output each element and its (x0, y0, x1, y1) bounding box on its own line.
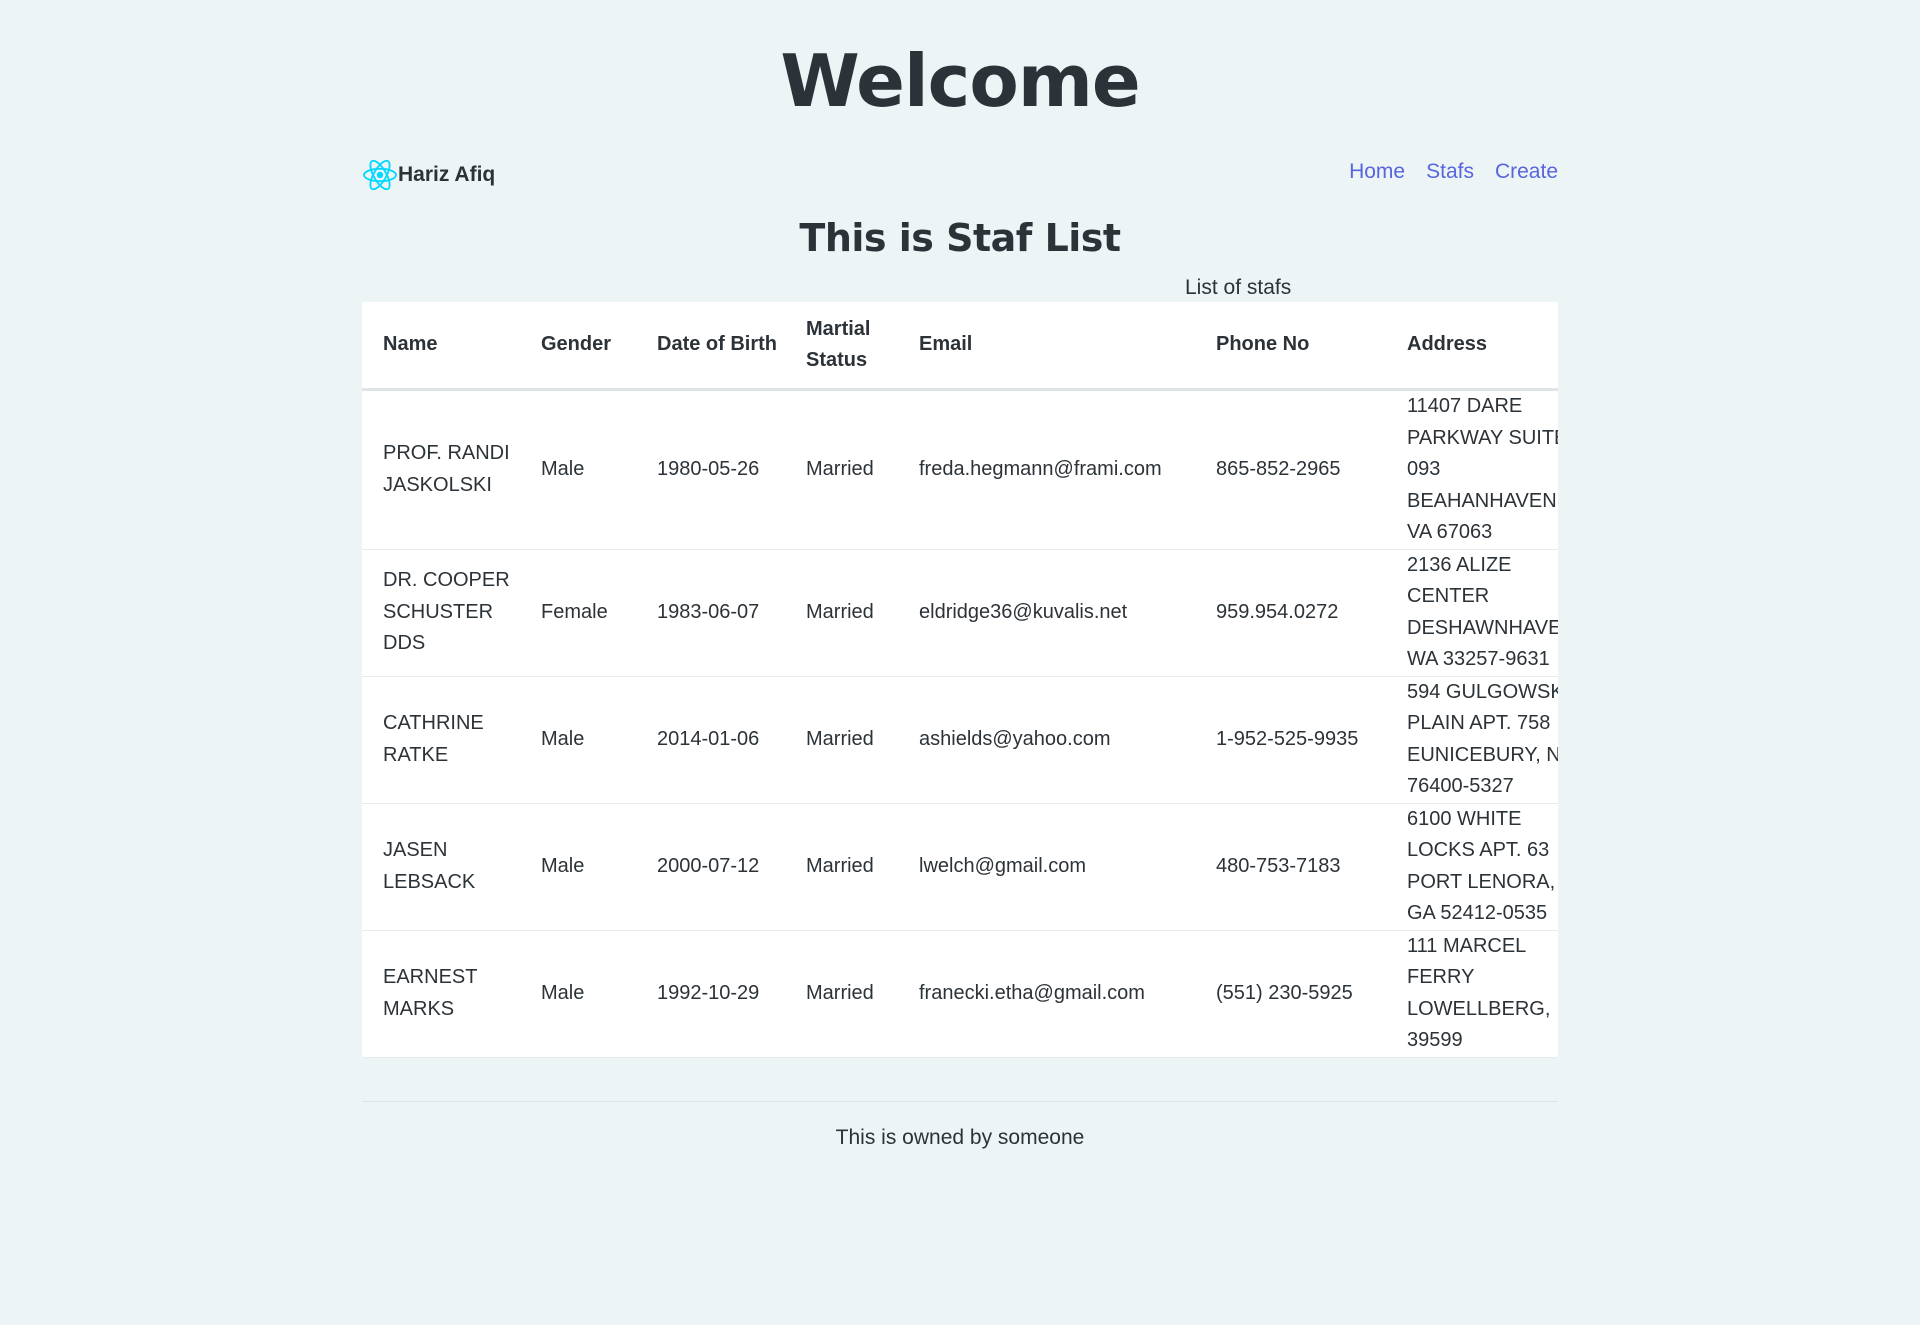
cell-gender: Male (520, 676, 636, 804)
page-title: Welcome (780, 39, 1140, 123)
cell-gender: Male (520, 803, 636, 931)
table-caption-row: List of stafs (362, 262, 1558, 302)
cell-gender: Male (520, 930, 636, 1058)
address-line: 093 (1407, 458, 1441, 480)
cell-address: 6100 WHITE LOCKS APT. 63 PORT LENORA, GA… (1386, 803, 1558, 931)
cell-name: JASEN LEBSACK (362, 803, 520, 931)
table-row: PROF. RANDI JASKOLSKI Male 1980-05-26 Ma… (362, 389, 1558, 550)
cell-dob: 1992-10-29 (636, 930, 785, 1058)
cell-marital-status: Married (785, 389, 898, 550)
cell-address: 2136 ALIZE CENTER DESHAWNHAVEN, WA 33257… (1386, 549, 1558, 677)
cell-gender: Female (520, 549, 636, 677)
cell-name: DR. COOPER SCHUSTER DDS (362, 549, 520, 677)
cell-marital-status: Married (785, 803, 898, 931)
staf-table-wrapper: Name Gender Date of Birth Martial Status… (362, 302, 1558, 1058)
column-header-address: Address (1386, 302, 1558, 391)
address-line: PLAIN APT. 758 (1407, 712, 1551, 734)
main-container: Hariz Afiq Home Stafs Create This is Sta… (362, 150, 1558, 1150)
cell-dob: 2014-01-06 (636, 676, 785, 804)
address-line: 39599 (1407, 1029, 1463, 1051)
address-line: BEAHANHAVEN, (1407, 489, 1558, 512)
nav-link-home[interactable]: Home (1349, 160, 1405, 184)
cell-email: ashields@yahoo.com (898, 676, 1195, 804)
address-line: DESHAWNHAVEN, (1407, 616, 1558, 639)
cell-dob: 1983-06-07 (636, 549, 785, 677)
address-line: 111 MARCEL (1407, 934, 1527, 957)
cell-dob: 1980-05-26 (636, 389, 785, 550)
staf-table: Name Gender Date of Birth Martial Status… (362, 302, 1558, 1058)
brand[interactable]: Hariz Afiq (362, 156, 495, 194)
react-atom-icon (362, 157, 398, 193)
address-line: 76400-5327 (1407, 775, 1514, 797)
section-title: This is Staf List (799, 216, 1121, 260)
address-line: GA 52412-0535 (1407, 902, 1548, 924)
cell-phone: 480-753-7183 (1195, 803, 1386, 931)
cell-phone: 1-952-525-9935 (1195, 676, 1386, 804)
cell-marital-status: Married (785, 930, 898, 1058)
address-line: CENTER (1407, 585, 1490, 607)
table-row: CATHRINE RATKE Male 2014-01-06 Married a… (362, 676, 1558, 804)
table-row: DR. COOPER SCHUSTER DDS Female 1983-06-0… (362, 549, 1558, 677)
address-line: 11407 DARE (1407, 395, 1523, 417)
footer-text: This is owned by someone (835, 1125, 1085, 1149)
address-line: 6100 WHITE (1407, 807, 1522, 830)
column-header-name: Name (362, 302, 520, 391)
address-line: 594 GULGOWSKI (1407, 680, 1558, 703)
cell-gender: Male (520, 389, 636, 550)
cell-email: lwelch@gmail.com (898, 803, 1195, 931)
cell-phone: 865-852-2965 (1195, 389, 1386, 550)
column-header-email: Email (898, 302, 1195, 391)
address-line: LOWELLBERG, (1407, 997, 1551, 1020)
cell-marital-status: Married (785, 549, 898, 677)
address-line: PARKWAY SUITE (1407, 426, 1558, 449)
cell-address: 594 GULGOWSKI PLAIN APT. 758 EUNICEBURY,… (1386, 676, 1558, 804)
table-caption: List of stafs (1185, 276, 1292, 299)
cell-marital-status: Married (785, 676, 898, 804)
cell-name: EARNEST MARKS (362, 930, 520, 1058)
brand-name: Hariz Afiq (398, 163, 496, 186)
column-header-gender: Gender (520, 302, 636, 391)
cell-phone: 959.954.0272 (1195, 549, 1386, 677)
nav-links: Home Stafs Create (1349, 160, 1558, 184)
cell-dob: 2000-07-12 (636, 803, 785, 931)
table-row: JASEN LEBSACK Male 2000-07-12 Married lw… (362, 803, 1558, 931)
address-line: EUNICEBURY, NE (1407, 743, 1558, 766)
address-line: VA 67063 (1407, 521, 1493, 543)
column-header-dob: Date of Birth (636, 302, 785, 391)
address-line: LOCKS APT. 63 (1407, 839, 1550, 861)
column-header-phone: Phone No (1195, 302, 1386, 391)
cell-phone: (551) 230-5925 (1195, 930, 1386, 1058)
cell-email: franecki.etha@gmail.com (898, 930, 1195, 1058)
footer-divider (362, 1100, 1558, 1102)
navbar: Hariz Afiq Home Stafs Create (362, 150, 1558, 200)
cell-address: 111 MARCEL FERRY LOWELLBERG, 39599 (1386, 930, 1558, 1058)
address-line: 2136 ALIZE (1407, 553, 1512, 576)
cell-address: 11407 DARE PARKWAY SUITE 093 BEAHANHAVEN… (1386, 389, 1558, 550)
cell-name: CATHRINE RATKE (362, 676, 520, 804)
column-header-marital-status: Martial Status (785, 302, 898, 391)
table-header-row: Name Gender Date of Birth Martial Status… (362, 302, 1558, 391)
cell-name: PROF. RANDI JASKOLSKI (362, 389, 520, 550)
cell-email: freda.hegmann@frami.com (898, 389, 1195, 550)
address-line: PORT LENORA, (1407, 870, 1556, 893)
nav-link-stafs[interactable]: Stafs (1426, 160, 1474, 184)
cell-email: eldridge36@kuvalis.net (898, 549, 1195, 677)
address-line: FERRY (1407, 966, 1475, 988)
table-row: EARNEST MARKS Male 1992-10-29 Married fr… (362, 930, 1558, 1058)
nav-link-create[interactable]: Create (1495, 160, 1558, 184)
address-line: WA 33257-9631 (1407, 648, 1550, 670)
